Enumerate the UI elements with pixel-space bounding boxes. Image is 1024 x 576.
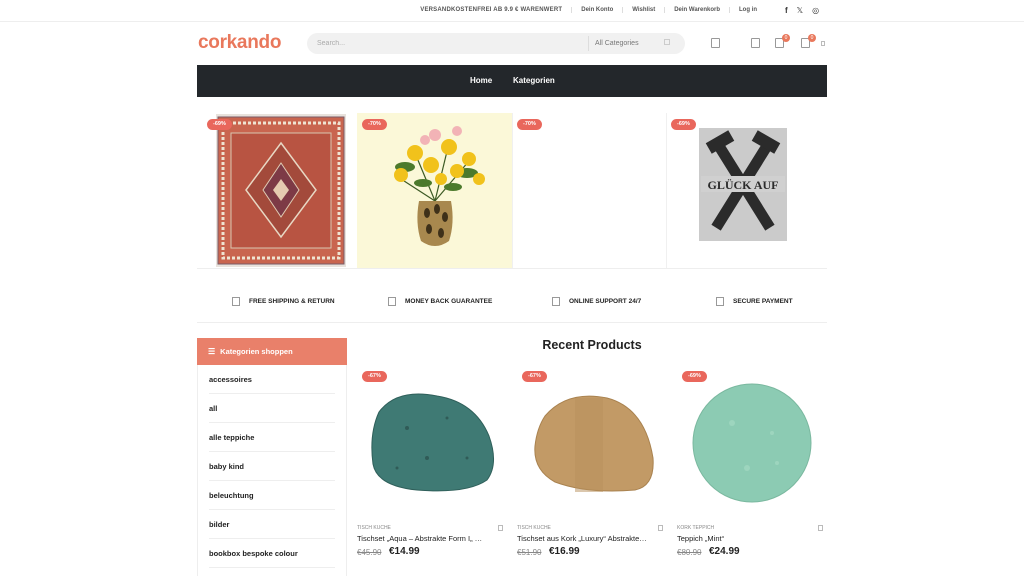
top-bar: VERSANDKOSTENFREI AB 9.9 € WARENWERT Dei… <box>0 0 1024 22</box>
recent-products-title: Recent Products <box>542 338 642 352</box>
account-link[interactable]: Dein Konto <box>571 7 622 13</box>
lock-icon <box>716 297 724 306</box>
cart-link[interactable]: Dein Warenkorb <box>664 7 729 13</box>
nav-kategorien[interactable]: Kategorien <box>513 76 555 85</box>
product-old-price: €80.90 <box>677 548 702 557</box>
wishlist-icon[interactable] <box>498 525 503 531</box>
menu-icon: ☰ <box>208 347 216 356</box>
category-item[interactable]: beleuchtung <box>209 481 335 510</box>
sign-text: GLÜCK AUF <box>707 178 778 192</box>
shipping-icon <box>232 297 240 306</box>
product-price: €14.99 <box>389 546 420 557</box>
search-icon[interactable] <box>664 39 670 45</box>
product-name[interactable]: Tischset aus Kork „Luxury“ Abstrakte… <box>517 534 657 543</box>
feature-money-back: MONEY BACK GUARANTEE <box>388 297 492 306</box>
site-logo[interactable]: corkando <box>198 32 281 54</box>
product-category[interactable]: TISCH KUCHE <box>357 525 391 531</box>
product-category[interactable]: KORK TEPPICH <box>677 525 714 531</box>
nav-home[interactable]: Home <box>470 76 492 85</box>
product-old-price: €45.90 <box>357 548 382 557</box>
category-item[interactable]: all <box>209 394 335 423</box>
discount-badge: -67% <box>362 371 387 382</box>
glueck-auf-image: GLÜCK AUF <box>699 128 787 241</box>
banner-product-blank[interactable]: -70% <box>512 113 667 268</box>
discount-badge: -70% <box>362 119 387 130</box>
categories-list: accessoires all alle teppiche baby kind … <box>197 365 347 576</box>
twitter-icon[interactable]: 𝕏 <box>797 6 803 15</box>
product-price: €24.99 <box>709 546 740 557</box>
discount-badge: -69% <box>682 371 707 382</box>
product-image <box>371 393 494 492</box>
wishlist-icon[interactable] <box>818 525 823 531</box>
product-card[interactable]: -67% TISCH KUCHE Tischset „Aqua – Abstra… <box>357 368 507 568</box>
search-input[interactable] <box>317 37 567 50</box>
vase-flowers-image <box>357 113 512 268</box>
support-icon <box>552 297 560 306</box>
feature-support: ONLINE SUPPORT 24/7 <box>552 297 641 306</box>
banner-product-rug[interactable]: -69% <box>203 113 357 268</box>
category-item[interactable]: baby kind <box>209 452 335 481</box>
main-navigation: Home Kategorien <box>197 65 827 97</box>
promo-text: VERSANDKOSTENFREI AB 9.9 € WARENWERT <box>420 7 563 13</box>
discount-badge: -70% <box>517 119 542 130</box>
category-item[interactable]: bilder <box>209 510 335 539</box>
login-link[interactable]: Log in <box>729 7 766 13</box>
product-old-price: €51.90 <box>517 548 542 557</box>
product-card[interactable]: -69% KORK TEPPICH Teppich „Mint“ €80.90 … <box>677 368 827 568</box>
instagram-icon[interactable]: ◎ <box>812 6 819 15</box>
money-icon <box>388 297 396 306</box>
compare-icon[interactable] <box>711 38 720 48</box>
product-image <box>534 395 654 492</box>
cart-total-icon <box>821 41 825 46</box>
wishlist-count-badge: 0 <box>782 34 790 42</box>
category-item[interactable]: accessoires <box>209 365 335 394</box>
user-icon[interactable] <box>751 38 760 48</box>
cart-count-badge: 0 <box>808 34 816 42</box>
product-name[interactable]: Teppich „Mint“ <box>677 534 817 543</box>
category-select[interactable]: All Categories <box>588 36 639 51</box>
search-bar: All Categories <box>307 33 685 54</box>
discount-badge: -69% <box>671 119 696 130</box>
product-image <box>692 383 812 503</box>
banner-product-sign[interactable]: GLÜCK AUF -69% <box>667 113 822 268</box>
wishlist-icon[interactable] <box>658 525 663 531</box>
discount-badge: -67% <box>522 371 547 382</box>
rug-image <box>216 114 346 267</box>
banner-product-vase[interactable]: -70% <box>357 113 512 268</box>
discount-badge: -69% <box>207 119 232 130</box>
features-bar: FREE SHIPPING & RETURN MONEY BACK GUARAN… <box>197 268 827 323</box>
category-item[interactable]: bookbox bespoke colour <box>209 539 335 568</box>
category-item[interactable]: alle teppiche <box>209 423 335 452</box>
feature-secure-payment: SECURE PAYMENT <box>716 297 793 306</box>
product-category[interactable]: TISCH KUCHE <box>517 525 551 531</box>
product-price: €16.99 <box>549 546 580 557</box>
product-name[interactable]: Tischset „Aqua – Abstrakte Form I„ … <box>357 534 497 543</box>
categories-header[interactable]: ☰ Kategorien shoppen <box>197 338 347 365</box>
product-card[interactable]: -67% TISCH KUCHE Tischset aus Kork „Luxu… <box>517 368 667 568</box>
facebook-icon[interactable]: f <box>785 6 788 15</box>
feature-shipping: FREE SHIPPING & RETURN <box>232 297 335 306</box>
wishlist-link[interactable]: Wishlist <box>622 7 664 13</box>
